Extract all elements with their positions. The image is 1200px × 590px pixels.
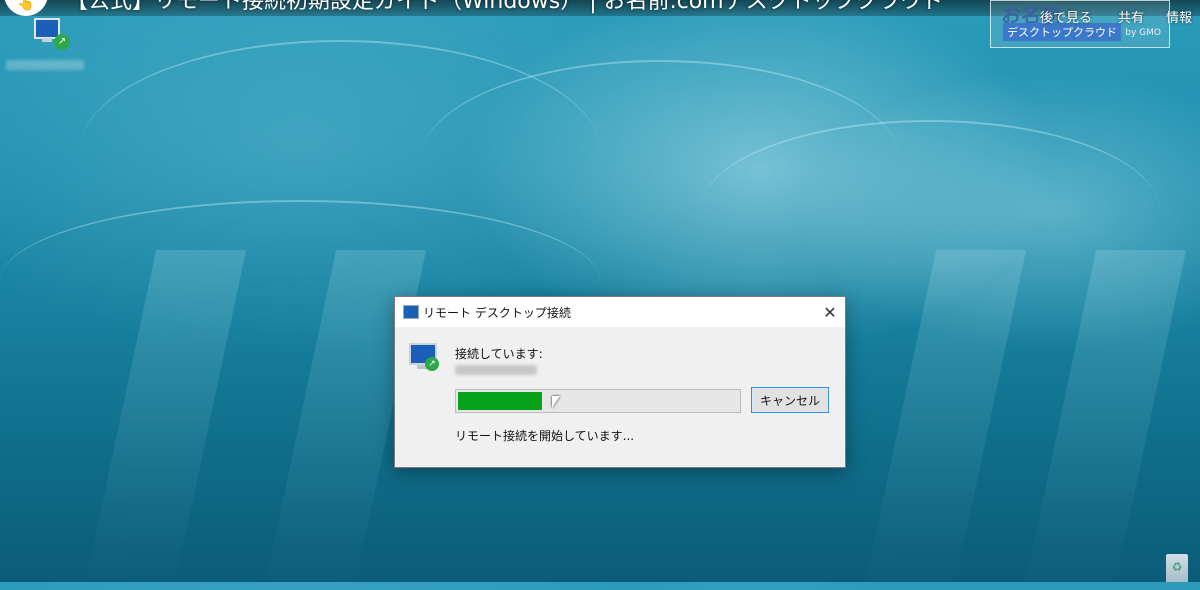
light-ray	[863, 250, 1027, 590]
connecting-label: 接続しています:	[455, 347, 543, 361]
status-text: リモート接続を開始しています...	[455, 429, 635, 443]
recycle-bin-icon[interactable]: ♻	[1166, 554, 1188, 582]
remote-desktop-icon	[403, 305, 419, 319]
mouse-cursor-icon	[552, 396, 560, 408]
brand-logo-by: by GMO	[1125, 28, 1161, 38]
water-caustic	[420, 60, 900, 262]
monitor-stand	[42, 38, 52, 42]
remote-desktop-dialog: リモート デスクトップ接続 ✕ ↗ 接続しています: キャンセル リモート接続を…	[394, 296, 846, 468]
cancel-button[interactable]: キャンセル	[751, 387, 829, 413]
close-icon[interactable]: ✕	[815, 297, 845, 327]
light-ray	[83, 250, 247, 590]
connection-arrow-icon: ↗	[54, 34, 70, 50]
info-button[interactable]: 情報	[1166, 7, 1192, 26]
watch-later-button[interactable]: 後で見る	[1040, 7, 1092, 26]
dialog-titlebar[interactable]: リモート デスクトップ接続 ✕	[395, 297, 845, 327]
desktop-icon-remote-desktop[interactable]: ↗	[4, 16, 86, 72]
water-caustic	[80, 40, 600, 262]
video-title[interactable]: 【公式】リモート接続初期設定ガイド（Windows） | お名前.comデスクト…	[66, 0, 944, 16]
light-ray	[1023, 250, 1187, 590]
progress-fill	[458, 392, 542, 410]
desktop-icon-label-blurred	[6, 60, 84, 70]
share-button[interactable]: 共有	[1118, 7, 1144, 26]
connection-arrow-icon: ↗	[425, 357, 439, 371]
dialog-title: リモート デスクトップ接続	[423, 306, 571, 320]
connection-progress-bar	[455, 389, 741, 413]
remote-desktop-large-icon: ↗	[407, 341, 441, 375]
host-name-blurred	[455, 365, 537, 375]
